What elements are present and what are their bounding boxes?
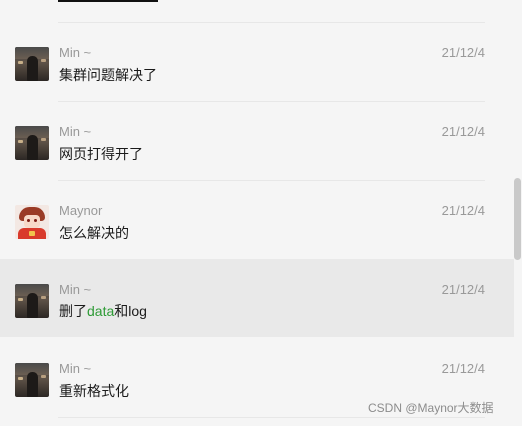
message-item[interactable]: Min ~ 21/12/4 网页打得开了 (0, 102, 514, 180)
message-text: 怎么解决的 (59, 225, 129, 241)
sender-name[interactable]: Maynor (59, 203, 102, 219)
csdn-watermark: CSDN @Maynor大数据 (368, 401, 494, 415)
message-item[interactable]: Min ~ 21/12/4 集群问题解决了 (0, 23, 514, 101)
message-text: 集群问题解决了 (59, 67, 157, 83)
divider (58, 417, 485, 418)
message-date: 21/12/4 (441, 282, 485, 297)
message-date: 21/12/4 (441, 45, 485, 60)
message-item[interactable]: Maynor 21/12/4 怎么解决的 (0, 181, 514, 259)
message-date: 21/12/4 (441, 203, 485, 218)
avatar-night-photo-icon[interactable] (15, 126, 49, 160)
message-text: 删了data和log (59, 302, 147, 320)
message-text: 网页打得开了 (59, 146, 143, 162)
message-date: 21/12/4 (441, 124, 485, 139)
avatar-night-photo-icon[interactable] (15, 284, 49, 318)
vertical-scrollbar[interactable] (514, 178, 521, 260)
message-text-part: 和log (114, 303, 147, 319)
sender-name[interactable]: Min ~ (59, 282, 91, 298)
avatar-night-photo-icon[interactable] (15, 363, 49, 397)
sender-name[interactable]: Min ~ (59, 361, 91, 377)
message-item-selected[interactable]: Min ~ 21/12/4 删了data和log (0, 259, 514, 337)
avatar-anime-character-icon[interactable] (15, 205, 49, 239)
avatar-night-photo-icon[interactable] (15, 47, 49, 81)
previous-message-remnant (58, 0, 158, 2)
message-date: 21/12/4 (441, 361, 485, 376)
message-text: 重新格式化 (59, 383, 129, 399)
sender-name[interactable]: Min ~ (59, 124, 91, 140)
message-text-keyword: data (87, 303, 115, 319)
message-list[interactable]: Min ~ 21/12/4 集群问题解决了 Min ~ 21/12/4 网页打得… (0, 0, 522, 426)
sender-name[interactable]: Min ~ (59, 45, 91, 61)
message-text-part: 删了 (59, 303, 87, 319)
